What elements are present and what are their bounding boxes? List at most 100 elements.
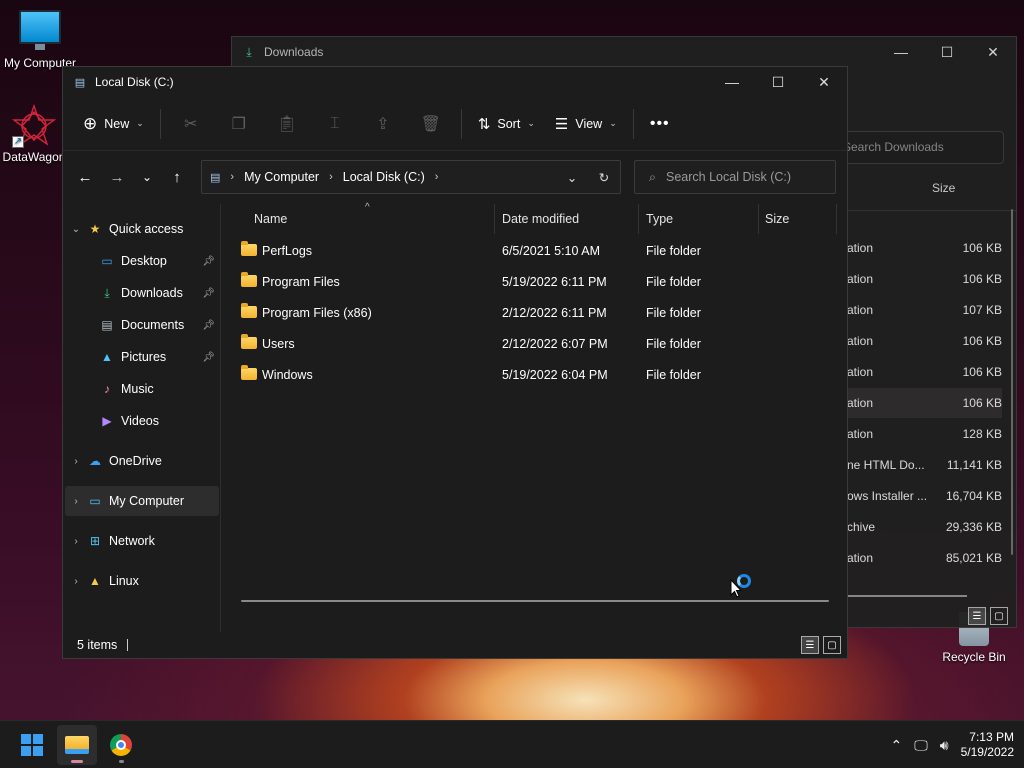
clock[interactable]: 7:13 PM 5/19/2022 [961, 730, 1014, 760]
chevron-down-icon[interactable]: ⌄ [556, 170, 588, 185]
sidebar-item-linux[interactable]: › ▲ Linux [65, 566, 219, 596]
maximize-icon[interactable]: ☐ [924, 37, 970, 67]
sidebar-item-onedrive[interactable]: › ☁ OneDrive [65, 446, 219, 476]
refresh-icon[interactable]: ↻ [588, 170, 620, 185]
windows-logo-icon [21, 734, 43, 756]
back-arrow-icon[interactable]: ← [69, 161, 101, 193]
download-icon: ⤓ [246, 44, 252, 59]
cut-icon[interactable]: ✂ [167, 106, 215, 142]
pin-icon: 📌︎ [202, 351, 215, 363]
sidebar-item-my-computer[interactable]: › ▭ My Computer [65, 486, 219, 516]
tiles-view-icon[interactable]: ▢ [990, 607, 1008, 625]
videos-icon: ▶ [102, 414, 112, 428]
network-monitor-icon[interactable]: 🖵︎ [914, 737, 928, 754]
list-item[interactable]: ation 107 KB [847, 295, 1002, 325]
maximize-icon[interactable]: ☐ [755, 67, 801, 97]
table-row[interactable]: PerfLogs 6/5/2021 5:10 AM File folder [239, 236, 831, 267]
download-icon: ⤓ [104, 285, 110, 300]
copy-icon[interactable]: ❐ [215, 106, 263, 142]
desktop-icon: ▭ [101, 254, 113, 268]
details-view-icon[interactable]: ☰ [801, 636, 819, 654]
mouse-cursor-icon [730, 578, 743, 601]
paste-icon[interactable]: 📋︎ [263, 106, 311, 142]
music-icon: ♪ [104, 382, 110, 396]
sort-button[interactable]: ⇅ Sort ⌄ [468, 106, 545, 142]
downloads-titlebar[interactable]: ⤓ Downloads — ☐ ✕ [232, 37, 1016, 67]
column-name[interactable]: Name [223, 204, 495, 234]
cloud-icon: ☁ [89, 454, 101, 468]
chevron-right-icon[interactable]: › [65, 576, 87, 587]
address-bar[interactable]: ▤ › My Computer › Local Disk (C:) › ⌄ ↻ [201, 160, 621, 194]
sidebar-item-network[interactable]: › ⊞ Network [65, 526, 219, 556]
sidebar-item-quick-access[interactable]: ⌄ ★ Quick access [65, 214, 219, 244]
view-button[interactable]: ☰ View ⌄ [545, 106, 627, 142]
chevron-up-icon[interactable]: ⌃ [891, 737, 903, 754]
list-item[interactable]: ation 106 KB [847, 388, 1002, 418]
chevron-down-icon[interactable]: ⌄ [65, 224, 87, 235]
volume-icon[interactable]: 🔊︎ [940, 737, 949, 754]
desktop-icon-label: Recycle Bin [942, 650, 1006, 664]
chevron-right-icon[interactable]: › [65, 456, 87, 467]
explorer-titlebar[interactable]: ▤ Local Disk (C:) — ☐ ✕ [63, 67, 847, 97]
list-item[interactable]: ne HTML Do... 11,141 KB [847, 450, 1002, 480]
breadcrumb-item[interactable]: Local Disk (C:) [343, 170, 425, 184]
table-row[interactable]: Program Files (x86) 2/12/2022 6:11 PM Fi… [239, 298, 831, 329]
command-bar: ⊕ New ⌄ ✂ ❐ 📋︎ ⌶ ⇪ 🗑︎ ⇅ Sort ⌄ ☰ View ⌄ … [63, 97, 847, 151]
tiles-view-icon[interactable]: ▢ [823, 636, 841, 654]
list-item[interactable]: ation 106 KB [847, 264, 1002, 294]
column-size[interactable]: Size [759, 204, 837, 234]
downloads-search-input[interactable]: Search Downloads [832, 131, 1004, 164]
up-arrow-icon[interactable]: ↑ [161, 161, 193, 193]
taskbar-chrome[interactable] [101, 725, 141, 765]
chevron-right-icon: › [434, 171, 439, 183]
taskbar-file-explorer[interactable] [57, 725, 97, 765]
column-date-modified[interactable]: Date modified [495, 204, 639, 234]
chevron-right-icon[interactable]: › [65, 536, 87, 547]
sort-icon: ⇅ [477, 115, 491, 133]
recent-locations-chevron-icon[interactable]: ⌄ [133, 161, 161, 193]
minimize-icon[interactable]: — [878, 37, 924, 67]
monitor-icon [19, 10, 61, 50]
rename-icon[interactable]: ⌶ [311, 106, 359, 142]
list-item[interactable]: ation 128 KB [847, 419, 1002, 449]
table-row[interactable]: Users 2/12/2022 6:07 PM File folder [239, 329, 831, 360]
minimize-icon[interactable]: — [709, 67, 755, 97]
details-view-icon[interactable]: ☰ [968, 607, 986, 625]
list-item[interactable]: ation 106 KB [847, 357, 1002, 387]
close-icon[interactable]: ✕ [801, 67, 847, 97]
breadcrumb-item[interactable]: My Computer [244, 170, 319, 184]
folder-icon [241, 303, 257, 318]
sidebar-item-documents[interactable]: ▤ Documents 📌︎ [65, 310, 219, 340]
status-bar: 5 items ☰ ▢ [63, 632, 847, 658]
sidebar-item-pictures[interactable]: ▲ Pictures 📌︎ [65, 342, 219, 372]
delete-icon[interactable]: 🗑︎ [407, 106, 455, 142]
new-button[interactable]: ⊕ New ⌄ [73, 106, 154, 142]
desktop-icon-my-computer[interactable]: My Computer [0, 10, 80, 70]
sidebar-item-desktop[interactable]: ▭ Desktop 📌︎ [65, 246, 219, 276]
more-options-button[interactable]: ••• [640, 115, 680, 133]
list-item[interactable]: ation 106 KB [847, 326, 1002, 356]
datawagon-icon: ↗ [11, 103, 57, 148]
list-item[interactable]: chive 29,336 KB [847, 512, 1002, 542]
table-row[interactable]: Windows 5/19/2022 6:04 PM File folder [239, 360, 831, 391]
forward-arrow-icon[interactable]: → [101, 161, 133, 193]
search-input[interactable]: ⌕ Search Local Disk (C:) [634, 160, 836, 194]
close-icon[interactable]: ✕ [970, 37, 1016, 67]
table-row[interactable]: Program Files 5/19/2022 6:11 PM File fol… [239, 267, 831, 298]
vertical-scrollbar[interactable] [1011, 209, 1013, 555]
network-icon: ⊞ [89, 534, 101, 548]
sidebar-item-music[interactable]: ♪ Music [65, 374, 219, 404]
sidebar-item-downloads[interactable]: ⤓ Downloads 📌︎ [65, 278, 219, 308]
sidebar-item-videos[interactable]: ▶ Videos [65, 406, 219, 436]
list-item[interactable]: ows Installer ... 16,704 KB [847, 481, 1002, 511]
list-item[interactable]: ation 85,021 KB [847, 543, 1002, 573]
horizontal-scrollbar[interactable] [847, 595, 967, 597]
start-button[interactable] [12, 725, 52, 765]
column-type[interactable]: Type [639, 204, 759, 234]
downloads-size-header[interactable]: Size [932, 181, 955, 195]
list-item[interactable]: ation 106 KB [847, 233, 1002, 263]
item-count: 5 items [77, 638, 118, 652]
chevron-right-icon[interactable]: › [65, 496, 87, 507]
explorer-window[interactable]: ▤ Local Disk (C:) — ☐ ✕ ⊕ New ⌄ ✂ ❐ 📋︎ ⌶… [62, 66, 848, 659]
share-icon[interactable]: ⇪ [359, 106, 407, 142]
